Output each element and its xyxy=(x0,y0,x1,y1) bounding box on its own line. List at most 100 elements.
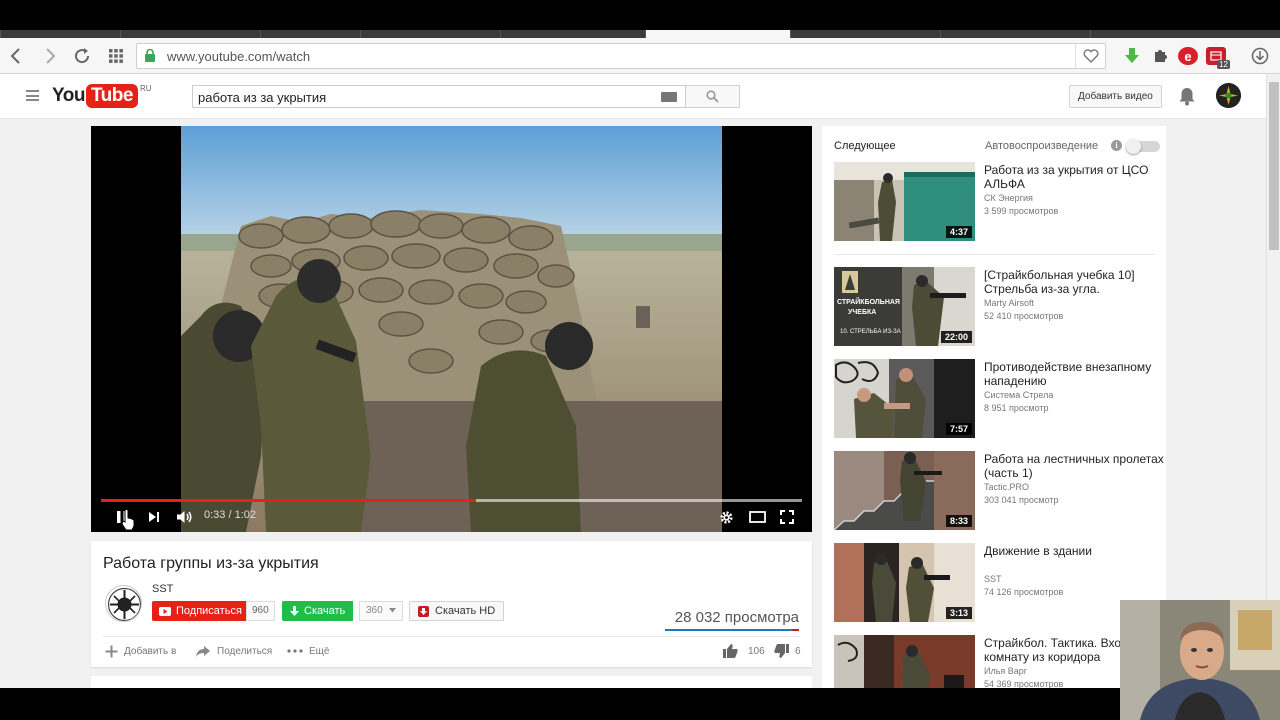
browser-toolbar: www.youtube.com/watch e 12 xyxy=(0,38,1280,74)
recommended-video-views: 303 041 просмотр xyxy=(984,495,1059,505)
recommended-video-title[interactable]: Работа на лестничных пролетах (часть 1) xyxy=(984,452,1166,480)
time-display: 0:33 / 1:02 xyxy=(204,509,256,521)
browser-tab[interactable] xyxy=(0,30,120,38)
download-button[interactable]: Скачать xyxy=(282,601,354,621)
avatar[interactable] xyxy=(1216,83,1241,108)
dislike-button[interactable]: 6 xyxy=(774,643,801,659)
search-input[interactable]: работа из за укрытия xyxy=(192,85,686,108)
upload-button[interactable]: Добавить видео xyxy=(1069,85,1162,108)
download-hd-button[interactable]: Скачать HD xyxy=(409,601,505,621)
dislike-count: 6 xyxy=(795,645,801,657)
logo-tube-text: Tube xyxy=(85,84,138,108)
video-duration: 7:57 xyxy=(945,423,972,435)
red-e-extension-button[interactable]: e xyxy=(1178,47,1198,65)
recommended-video[interactable]: 7:57 Противодействие внезапному нападени… xyxy=(834,359,1164,439)
recommended-video-views: 74 126 просмотров xyxy=(984,587,1064,597)
recommended-video[interactable]: 3:13 Движение в здании SST 74 126 просмо… xyxy=(834,543,1164,623)
autoplay-label: Автовоспроизведение xyxy=(985,140,1099,152)
subscribe-button[interactable]: Подписаться xyxy=(152,601,249,621)
up-next-heading: Следующее xyxy=(834,140,896,152)
video-duration: 4:37 xyxy=(945,226,972,238)
video-thumbnail[interactable]: 7:57 xyxy=(834,359,975,438)
video-player[interactable]: 0:33 / 1:02 xyxy=(91,126,812,532)
info-icon[interactable]: i xyxy=(1111,140,1122,151)
video-frame[interactable] xyxy=(181,126,722,532)
video-thumbnail[interactable]: 4:37 xyxy=(834,162,975,241)
share-button[interactable]: Поделиться xyxy=(195,643,272,659)
recommended-video-title[interactable]: Работа из за укрытия от ЦСО АЛЬФА xyxy=(984,163,1166,191)
browser-tab[interactable] xyxy=(1090,30,1280,38)
webcam-person-image xyxy=(1120,600,1280,720)
browser-tab[interactable] xyxy=(500,30,645,38)
browser-tab[interactable] xyxy=(360,30,500,38)
logo-you-text: You xyxy=(52,85,85,106)
recommended-video[interactable]: 8:33 Работа на лестничных пролетах (част… xyxy=(834,451,1164,531)
browser-tab[interactable] xyxy=(940,30,1090,38)
address-bar[interactable]: www.youtube.com/watch xyxy=(136,43,1106,69)
browser-tab[interactable] xyxy=(260,30,360,38)
like-button[interactable]: 106 xyxy=(723,643,765,659)
forward-button[interactable] xyxy=(38,44,62,68)
theater-mode-button[interactable] xyxy=(746,506,768,528)
keyboard-icon[interactable] xyxy=(661,92,677,102)
apps-button[interactable] xyxy=(104,44,128,68)
divider xyxy=(834,254,1155,255)
e-letter-icon: e xyxy=(1184,48,1192,64)
search-icon xyxy=(706,90,719,103)
channel-avatar[interactable] xyxy=(105,585,142,622)
thumbs-up-icon xyxy=(723,644,738,658)
bookmark-button[interactable] xyxy=(1075,44,1105,68)
menu-icon[interactable] xyxy=(26,90,39,101)
thumbnail-caption: УЧЕБКА xyxy=(848,309,877,316)
recommended-video-title[interactable]: Движение в здании xyxy=(984,544,1166,558)
recommended-video-title[interactable]: Противодействие внезапному нападению xyxy=(984,360,1166,388)
puzzle-extension-button[interactable] xyxy=(1150,47,1170,65)
next-button[interactable] xyxy=(143,506,165,528)
watch-sidebar: Следующее Автовоспроизведение i 4:37 Раб… xyxy=(822,126,1166,720)
youtube-masthead: You Tube RU работа из за укрытия Добавит… xyxy=(0,74,1266,119)
video-thumbnail[interactable]: 3:13 xyxy=(834,543,975,622)
scrollbar-thumb[interactable] xyxy=(1269,82,1279,250)
add-to-button[interactable]: Добавить в xyxy=(105,643,176,659)
download-format-select[interactable]: 360 xyxy=(359,601,404,621)
recommended-video-channel: Marty Airsoft xyxy=(984,298,1035,308)
download-extension-button[interactable] xyxy=(1122,47,1142,65)
browser-downloads-button[interactable] xyxy=(1250,47,1270,65)
played-bar xyxy=(101,499,477,502)
hand-cursor-icon xyxy=(121,509,135,531)
recommended-video[interactable]: СТРАЙКБОЛЬНАЯ УЧЕБКА 10. СТРЕЛЬБА ИЗ-ЗА … xyxy=(834,267,1164,347)
more-actions-button[interactable]: Ещё xyxy=(287,643,329,659)
divider xyxy=(103,636,800,637)
volume-button[interactable] xyxy=(173,506,195,528)
browser-tab-strip[interactable] xyxy=(0,30,1280,38)
channel-name[interactable]: SST xyxy=(152,583,173,595)
thumbnail-caption: СТРАЙКБОЛЬНАЯ xyxy=(837,299,900,306)
fullscreen-button[interactable] xyxy=(776,506,798,528)
search-value: работа из за укрытия xyxy=(198,90,327,105)
recommended-video-title[interactable]: [Страйкбольная учебка 10] Стрельба из-за… xyxy=(984,268,1166,296)
browser-tab[interactable] xyxy=(120,30,260,38)
skip-next-icon xyxy=(149,512,159,522)
video-thumbnail[interactable]: 8:33 xyxy=(834,451,975,530)
youtube-logo[interactable]: You Tube RU xyxy=(52,84,152,108)
fullscreen-icon xyxy=(780,510,794,524)
settings-button[interactable] xyxy=(715,506,737,528)
subscriber-count: 960 xyxy=(246,601,275,621)
letterbox-bottom xyxy=(0,688,1120,720)
back-button[interactable] xyxy=(4,44,28,68)
chevron-down-icon xyxy=(389,608,397,613)
more-label: Ещё xyxy=(309,645,330,657)
reload-button[interactable] xyxy=(70,44,94,68)
bell-icon[interactable] xyxy=(1178,86,1196,106)
browser-tab[interactable] xyxy=(790,30,940,38)
autoplay-toggle[interactable] xyxy=(1126,139,1160,154)
recommended-video[interactable]: 4:37 Работа из за укрытия от ЦСО АЛЬФА С… xyxy=(834,162,1164,242)
lock-icon xyxy=(145,49,155,62)
search-button[interactable] xyxy=(686,85,740,108)
grid-extension-button[interactable]: 12 xyxy=(1206,47,1230,69)
video-thumbnail[interactable]: СТРАЙКБОЛЬНАЯ УЧЕБКА 10. СТРЕЛЬБА ИЗ-ЗА … xyxy=(834,267,975,346)
browser-tab-active[interactable] xyxy=(645,30,790,38)
seek-bar[interactable] xyxy=(101,499,802,502)
like-count: 106 xyxy=(748,645,765,657)
video-duration: 3:13 xyxy=(945,607,972,619)
